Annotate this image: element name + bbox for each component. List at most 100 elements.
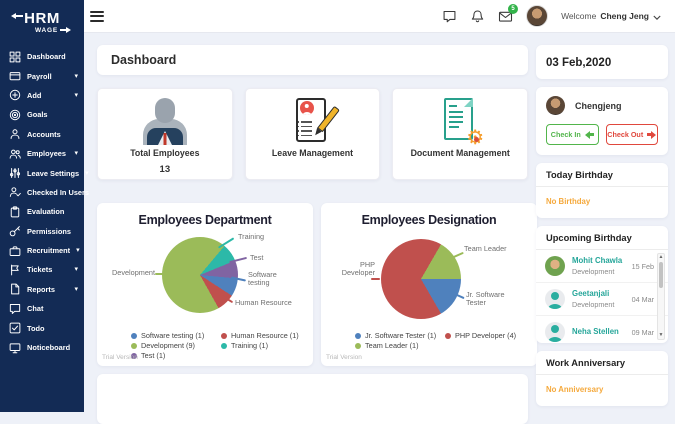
chart-title: Employees Department: [138, 213, 272, 227]
birthday-department: Development: [572, 267, 615, 276]
chevron-down-icon: ▾: [85, 169, 89, 177]
birthday-list-item[interactable]: Mohit Chawla Development 15 Feb: [536, 250, 668, 283]
birthday-name: Neha Stellen: [572, 326, 619, 336]
sidebar-item-reports[interactable]: Reports ▾: [0, 280, 84, 299]
legend-label: Software testing (1): [141, 331, 205, 340]
scroll-up-icon[interactable]: ▲: [659, 254, 664, 261]
sidebar: HRM WAGE Dashboard Payroll ▾ Add ▾ Goals Accou…: [0, 0, 89, 412]
charts-row: Employees Department Training Test Softw…: [97, 203, 537, 366]
arrow-right-icon: [60, 27, 72, 33]
legend-label: Development (9): [141, 341, 195, 351]
sidebar-item-leave-settings[interactable]: Leave Settings ▾: [0, 163, 89, 182]
employees-department-chart: Employees Department Training Test Softw…: [97, 203, 313, 366]
sidebar-item-evaluation[interactable]: Evaluation: [0, 202, 84, 221]
scroll-thumb[interactable]: [659, 262, 663, 288]
stat-label: Leave Management: [271, 148, 354, 158]
sidebar-item-todo[interactable]: Todo: [0, 318, 84, 337]
mail-icon[interactable]: 5: [498, 3, 519, 24]
sidebar-item-label: Todo: [27, 323, 45, 333]
sidebar-item-accounts[interactable]: Accounts: [0, 125, 84, 144]
stat-label: Total Employees: [130, 148, 200, 158]
sidebar-item-label: Permissions: [27, 226, 71, 236]
sidebar-item-label: Leave Settings: [27, 168, 80, 178]
check-out-button[interactable]: Check Out: [605, 124, 658, 145]
main-content: Dashboard Total Employees 13 Leave Manag…: [84, 33, 537, 424]
sidebar-item-add[interactable]: Add ▾: [0, 86, 84, 105]
birthday-name: Geetanjali: [572, 289, 610, 298]
document-gear-icon: ⚙: [437, 97, 484, 148]
chevron-down-icon: ▾: [76, 247, 80, 255]
avatar: [545, 322, 565, 342]
document-management-card[interactable]: ⚙ Document Management: [392, 88, 529, 180]
page-header: Dashboard: [97, 45, 528, 75]
list-scrollbar[interactable]: ▲ ▼: [657, 253, 665, 340]
stat-value: 13: [159, 164, 171, 175]
sidebar-item-dashboard[interactable]: Dashboard: [0, 47, 84, 66]
sidebar-item-permissions[interactable]: Permissions: [0, 222, 84, 241]
pie-chart: Team Leader Jr. Software Tester PHP Deve…: [329, 229, 529, 329]
section-title: Upcoming Birthday: [536, 226, 668, 250]
person-icon: [9, 128, 21, 140]
legend-item: Jr. Software Tester (1): [355, 331, 439, 340]
sidebar-item-label: Noticeboard: [27, 343, 71, 353]
mail-badge: 5: [508, 3, 519, 14]
employee-icon: [138, 97, 192, 145]
sidebar-item-label: Chat: [27, 304, 44, 314]
legend-item: PHP Developer (4): [445, 331, 529, 340]
page-title: Dashboard: [111, 53, 177, 67]
arrow-left-icon: [584, 130, 594, 139]
trial-watermark: Trial Version: [102, 354, 138, 361]
legend-label: PHP Developer (4): [455, 331, 517, 340]
topbar: 5 Welcome Cheng Jeng: [84, 0, 675, 33]
sidebar-item-employees[interactable]: Employees ▾: [0, 144, 84, 163]
sidebar-item-checked-in-users[interactable]: Checked In Users: [0, 183, 89, 202]
sidebar-item-recruitment[interactable]: Recruitment ▾: [0, 241, 84, 260]
total-employees-card[interactable]: Total Employees 13: [97, 88, 233, 180]
plus-circle-icon: [9, 89, 21, 101]
sidebar-item-label: Evaluation: [27, 207, 65, 217]
leave-management-card[interactable]: Leave Management: [244, 88, 381, 180]
pie-label-connector: [155, 273, 164, 275]
pie-label: Jr. Software Tester: [466, 290, 505, 308]
check-square-icon: [9, 322, 21, 334]
sidebar-item-noticeboard[interactable]: Noticeboard: [0, 338, 84, 357]
no-anniversary-message: No Anniversary: [546, 385, 604, 394]
legend-label: Team Leader (1): [365, 341, 419, 351]
sidebar-item-payroll[interactable]: Payroll ▾: [0, 66, 84, 85]
legend-item: Test (1): [131, 351, 215, 360]
legend-label: Jr. Software Tester (1): [365, 331, 437, 340]
birthday-list-item[interactable]: Neha Stellen 09 Mar: [536, 316, 668, 343]
pie-label: PHP Developer: [341, 260, 375, 278]
bell-icon[interactable]: [470, 9, 485, 24]
person-check-icon: [9, 186, 21, 198]
sidebar-item-chat[interactable]: Chat: [0, 299, 84, 318]
date-card: 03 Feb,2020: [536, 45, 668, 79]
sidebar-item-tickets[interactable]: Tickets ▾: [0, 260, 84, 279]
monitor-icon: [9, 342, 21, 354]
check-in-button[interactable]: Check In: [546, 124, 599, 145]
pie-graphic[interactable]: [162, 237, 238, 313]
scroll-down-icon[interactable]: ▼: [659, 332, 664, 339]
user-avatar[interactable]: [526, 5, 549, 27]
profile-avatar[interactable]: [546, 96, 565, 115]
pie-label: Team Leader: [464, 244, 507, 253]
sidebar-item-label: Reports: [27, 284, 55, 294]
pie-label: Test: [250, 253, 264, 262]
logo-text: HRM: [11, 11, 60, 26]
current-date: 03 Feb,2020: [546, 57, 612, 69]
app-logo[interactable]: HRM WAGE: [0, 0, 84, 44]
sidebar-item-goals[interactable]: Goals: [0, 105, 84, 124]
chevron-down-icon: ▾: [74, 72, 78, 80]
birthday-list-item[interactable]: Geetanjali Development 04 Mar: [536, 283, 668, 316]
hamburger-menu-icon[interactable]: [90, 10, 104, 22]
today-birthday-card: Today Birthday No Birthday: [536, 163, 668, 218]
legend-item: Team Leader (1): [355, 341, 439, 350]
user-menu[interactable]: Welcome Cheng Jeng: [561, 9, 661, 24]
chevron-down-icon: ▾: [74, 266, 78, 274]
legend-dot: [355, 332, 361, 339]
chart-title: Employees Designation: [361, 213, 497, 227]
trial-watermark: Trial Version: [326, 354, 362, 361]
pie-graphic[interactable]: [381, 239, 461, 319]
chat-icon[interactable]: [442, 9, 457, 24]
logo-subtitle: WAGE: [34, 26, 59, 34]
